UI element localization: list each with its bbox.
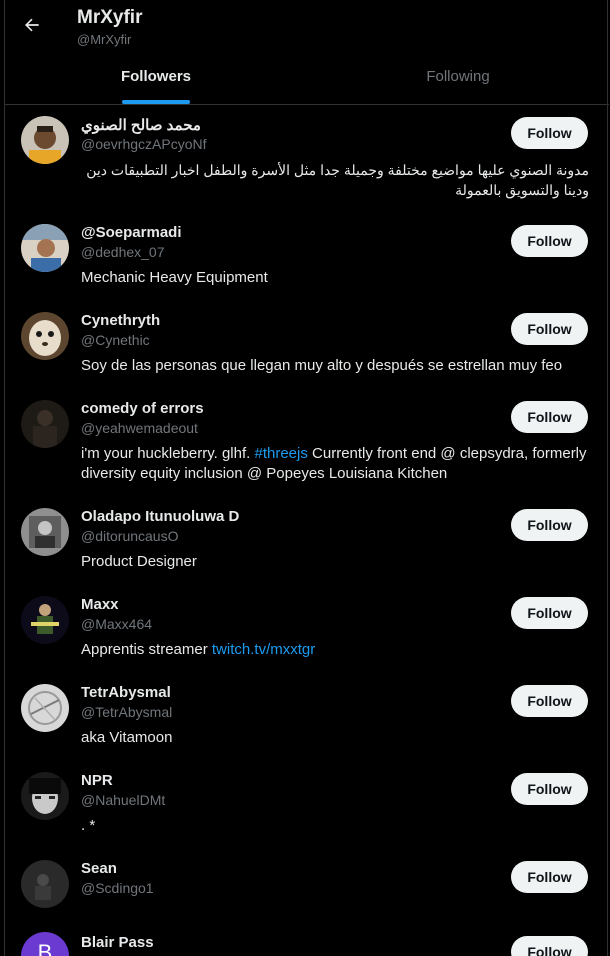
user-name[interactable]: TetrAbysmal — [81, 684, 171, 701]
user-row[interactable]: @Soeparmadi @dedhex_07 Mechanic Heavy Eq… — [5, 224, 609, 304]
main-column: MrXyfir @MrXyfir Followers Following محم… — [4, 0, 609, 956]
follow-button[interactable]: Follow — [511, 117, 588, 149]
user-row[interactable]: محمد صالح الصنوي @oevrhgczAPcyoNf مدونة … — [5, 116, 609, 216]
back-button[interactable] — [19, 12, 45, 38]
user-row[interactable]: NPR @NahuelDMt . * Follow — [5, 772, 609, 852]
user-handle[interactable]: @TetrAbysmal — [81, 704, 172, 720]
user-name[interactable]: Cynethryth — [81, 312, 160, 329]
user-row[interactable]: Maxx @Maxx464 Apprentis streamer twitch.… — [5, 596, 609, 676]
user-bio: i'm your huckleberry. glhf. #threejs Cur… — [81, 444, 591, 484]
avatar[interactable]: B — [21, 932, 69, 956]
user-name[interactable]: Oladapo Itunuoluwa D — [81, 508, 239, 525]
user-handle[interactable]: @dedhex_07 — [81, 244, 165, 260]
user-handle[interactable]: @Cynethic — [81, 332, 150, 348]
follow-button[interactable]: Follow — [511, 401, 588, 433]
follow-button[interactable]: Follow — [511, 861, 588, 893]
tab-following[interactable]: Following — [307, 55, 609, 105]
user-handle[interactable]: @oevrhgczAPcyoNf — [81, 136, 206, 152]
user-bio: Soy de las personas que llegan muy alto … — [81, 357, 563, 374]
avatar[interactable] — [21, 312, 69, 360]
user-row[interactable]: Sean @Scdingo1 Follow — [5, 860, 609, 928]
user-name[interactable]: Blair Pass — [81, 934, 154, 951]
hashtag-link[interactable]: #threejs — [254, 445, 307, 462]
user-row[interactable]: comedy of errors @yeahwemadeout i'm your… — [5, 400, 609, 500]
user-name[interactable]: comedy of errors — [81, 400, 204, 417]
user-name[interactable]: NPR — [81, 772, 113, 789]
user-row[interactable]: Cynethryth @Cynethic Soy de las personas… — [5, 312, 609, 392]
avatar[interactable] — [21, 596, 69, 644]
user-name[interactable]: @Soeparmadi — [81, 224, 182, 241]
profile-handle: @MrXyfir — [77, 32, 132, 47]
user-row[interactable]: B Blair Pass Follow — [5, 932, 609, 956]
avatar[interactable] — [21, 860, 69, 908]
profile-header: MrXyfir @MrXyfir Followers Following — [5, 0, 609, 105]
user-row[interactable]: TetrAbysmal @TetrAbysmal aka Vitamoon Fo… — [5, 684, 609, 764]
bio-link[interactable]: twitch.tv/mxxtgr — [212, 641, 315, 658]
follow-button[interactable]: Follow — [511, 773, 588, 805]
user-bio: مدونة الصنوي عليها مواضيع مختلفة وجميلة … — [86, 162, 589, 198]
avatar-letter: B — [37, 940, 53, 956]
user-name[interactable]: Sean — [81, 860, 117, 877]
avatar[interactable] — [21, 116, 69, 164]
user-row[interactable]: Oladapo Itunuoluwa D @ditoruncausO Produ… — [5, 508, 609, 588]
user-bio: . * — [81, 817, 96, 834]
profile-name: MrXyfir — [77, 7, 143, 28]
user-handle[interactable]: @yeahwemadeout — [81, 420, 198, 436]
user-handle[interactable]: @ditoruncausO — [81, 528, 178, 544]
follow-button[interactable]: Follow — [511, 685, 588, 717]
user-bio: Product Designer — [81, 553, 197, 570]
user-bio: aka Vitamoon — [81, 729, 173, 746]
follow-button[interactable]: Follow — [511, 313, 588, 345]
active-tab-indicator — [122, 100, 190, 104]
user-handle[interactable]: @Scdingo1 — [81, 880, 154, 896]
user-handle[interactable]: @NahuelDMt — [81, 792, 165, 808]
avatar[interactable] — [21, 772, 69, 820]
follow-button[interactable]: Follow — [511, 936, 588, 956]
user-handle[interactable]: @Maxx464 — [81, 616, 152, 632]
avatar[interactable] — [21, 684, 69, 732]
user-name[interactable]: محمد صالح الصنوي — [81, 116, 201, 134]
avatar[interactable] — [21, 224, 69, 272]
follow-button[interactable]: Follow — [511, 509, 588, 541]
avatar[interactable] — [21, 508, 69, 556]
follow-button[interactable]: Follow — [511, 597, 588, 629]
user-name[interactable]: Maxx — [81, 596, 119, 613]
arrow-left-icon — [25, 18, 39, 32]
user-bio: Apprentis streamer twitch.tv/mxxtgr — [81, 640, 591, 660]
bio-text: Apprentis streamer — [81, 641, 212, 658]
avatar[interactable] — [21, 400, 69, 448]
user-bio: Mechanic Heavy Equipment — [81, 269, 268, 286]
follow-button[interactable]: Follow — [511, 225, 588, 257]
tab-followers[interactable]: Followers — [5, 55, 307, 105]
bio-text: i'm your huckleberry. glhf. — [81, 445, 255, 462]
